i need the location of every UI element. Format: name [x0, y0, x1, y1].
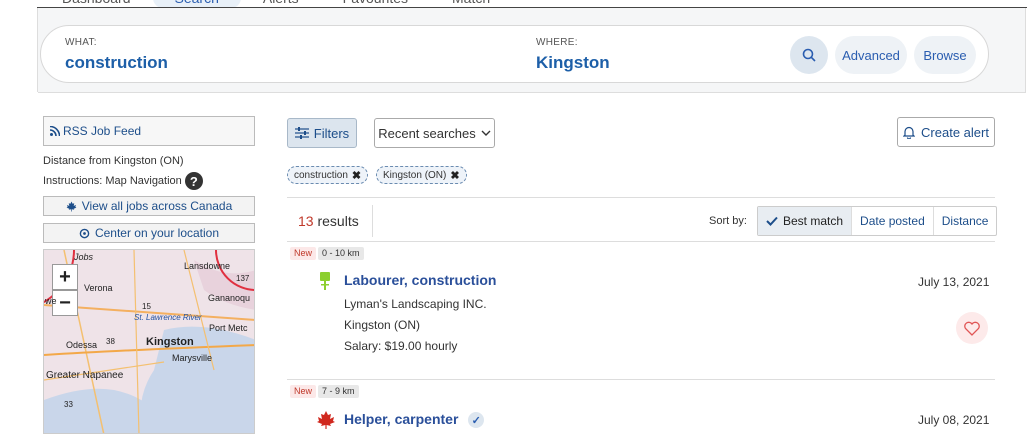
where-field[interactable]: Kingston — [536, 53, 610, 73]
sort-best-match[interactable]: Best match — [758, 207, 852, 235]
map-label-odessa: Odessa — [66, 340, 98, 350]
remove-chip-icon[interactable]: ✖ — [352, 169, 361, 182]
instructions-row: Instructions: Map Navigation ? — [43, 171, 255, 191]
map-label-gananoque: Gananoqu — [208, 293, 251, 303]
sort-distance[interactable]: Distance — [932, 207, 997, 235]
recent-searches-label: Recent searches — [378, 125, 476, 141]
results-count: 13 results — [298, 213, 359, 229]
sort-option-label: Best match — [783, 214, 844, 228]
filter-chip-location[interactable]: Kingston (ON) ✖ — [376, 166, 467, 184]
sort-date-posted[interactable]: Date posted — [851, 207, 933, 235]
rss-label: RSS Job Feed — [63, 124, 142, 138]
checkmark-icon — [766, 216, 778, 226]
job-location: Kingston (ON) — [344, 318, 421, 332]
rss-icon — [50, 126, 60, 136]
divider — [287, 379, 995, 380]
maple-leaf-icon — [317, 411, 335, 429]
map-label-15: 15 — [142, 302, 151, 311]
chevron-down-icon — [481, 130, 491, 136]
favourite-button[interactable] — [956, 312, 988, 344]
view-all-label: View all jobs across Canada — [81, 199, 233, 213]
create-alert-label: Create alert — [921, 124, 989, 140]
center-label: Center on your location — [94, 226, 220, 240]
divider — [372, 205, 373, 237]
map-label-38: 38 — [106, 337, 115, 346]
filters-label: Filters — [313, 125, 350, 141]
job-company: Lyman's Landscaping INC. — [344, 297, 487, 311]
chip-label: construction — [294, 169, 348, 181]
divider — [287, 197, 995, 198]
search-icon — [802, 48, 816, 62]
map-label-greater-napanee: Greater Napanee — [46, 370, 124, 381]
heart-icon — [964, 321, 980, 336]
zoom-in-button[interactable]: + — [52, 264, 78, 290]
job-title-row: Helper, carpenter ✓ — [344, 411, 485, 429]
sort-by-label: Sort by: — [709, 215, 747, 227]
map-label-kingston: Kingston — [146, 336, 194, 348]
recent-searches-dropdown[interactable]: Recent searches — [374, 118, 495, 148]
what-label: WHAT: — [65, 37, 97, 48]
search-button[interactable] — [790, 36, 828, 74]
what-field[interactable]: construction — [65, 53, 168, 73]
bell-icon — [903, 126, 916, 139]
left-panel: RSS Job Feed Distance from Kingston (ON)… — [43, 116, 255, 434]
remove-chip-icon[interactable]: ✖ — [450, 169, 459, 182]
sort-options: Best match Date posted Distance — [757, 206, 998, 236]
results-suffix: results — [317, 213, 359, 229]
new-badge: New — [290, 385, 317, 398]
verified-icon: ✓ — [468, 412, 485, 429]
search-bar: WHAT: construction WHERE: Kingston Advan… — [40, 25, 989, 83]
job-title-link[interactable]: Helper, carpenter — [344, 411, 458, 427]
results-number: 13 — [298, 213, 314, 229]
map-label-137: 137 — [236, 274, 250, 283]
center-location-button[interactable]: Center on your location — [43, 223, 255, 243]
divider — [287, 241, 995, 242]
advanced-button[interactable]: Advanced — [835, 36, 907, 74]
job-title-link[interactable]: Labourer, construction — [344, 272, 496, 288]
filter-chip-construction[interactable]: construction ✖ — [287, 166, 369, 184]
job-salary: Salary: $19.00 hourly — [344, 339, 458, 353]
map-label-33: 33 — [64, 400, 73, 409]
map-label-we: we — [45, 296, 57, 306]
sliders-icon — [294, 127, 309, 139]
map-label-verona: Verona — [84, 283, 113, 293]
instructions-text: Instructions: Map Navigation — [43, 175, 182, 187]
create-alert-button[interactable]: Create alert — [897, 117, 995, 147]
map-view[interactable]: + − Jobs Lansdowne 137 Verona we Gananoq… — [43, 249, 255, 434]
map-label-st-lawrence: St. Lawrence River — [134, 313, 202, 322]
browse-button[interactable]: Browse — [914, 36, 976, 74]
job-date: July 13, 2021 — [918, 275, 990, 289]
rss-feed-button[interactable]: RSS Job Feed — [43, 116, 255, 146]
location-target-icon — [79, 228, 90, 238]
distance-badge: 7 - 9 km — [318, 385, 359, 398]
job-date: July 08, 2021 — [918, 413, 990, 427]
help-icon[interactable]: ? — [184, 172, 203, 190]
new-badge: New — [290, 247, 317, 260]
chip-label: Kingston (ON) — [383, 169, 447, 181]
map-label-port-metcalfe: Port Metc — [209, 323, 248, 333]
distance-text: Distance from Kingston (ON) — [43, 155, 184, 167]
filters-button[interactable]: Filters — [287, 118, 357, 148]
view-all-jobs-button[interactable]: View all jobs across Canada — [43, 196, 255, 216]
green-pin-icon — [320, 272, 330, 290]
map-label-jobs: Jobs — [74, 252, 94, 262]
where-label: WHERE: — [536, 37, 578, 48]
map-label-lansdowne: Lansdowne — [184, 261, 231, 271]
maple-leaf-icon — [66, 201, 77, 211]
map-label-marysville: Marysville — [172, 353, 213, 363]
distance-badge: 0 - 10 km — [318, 247, 364, 260]
